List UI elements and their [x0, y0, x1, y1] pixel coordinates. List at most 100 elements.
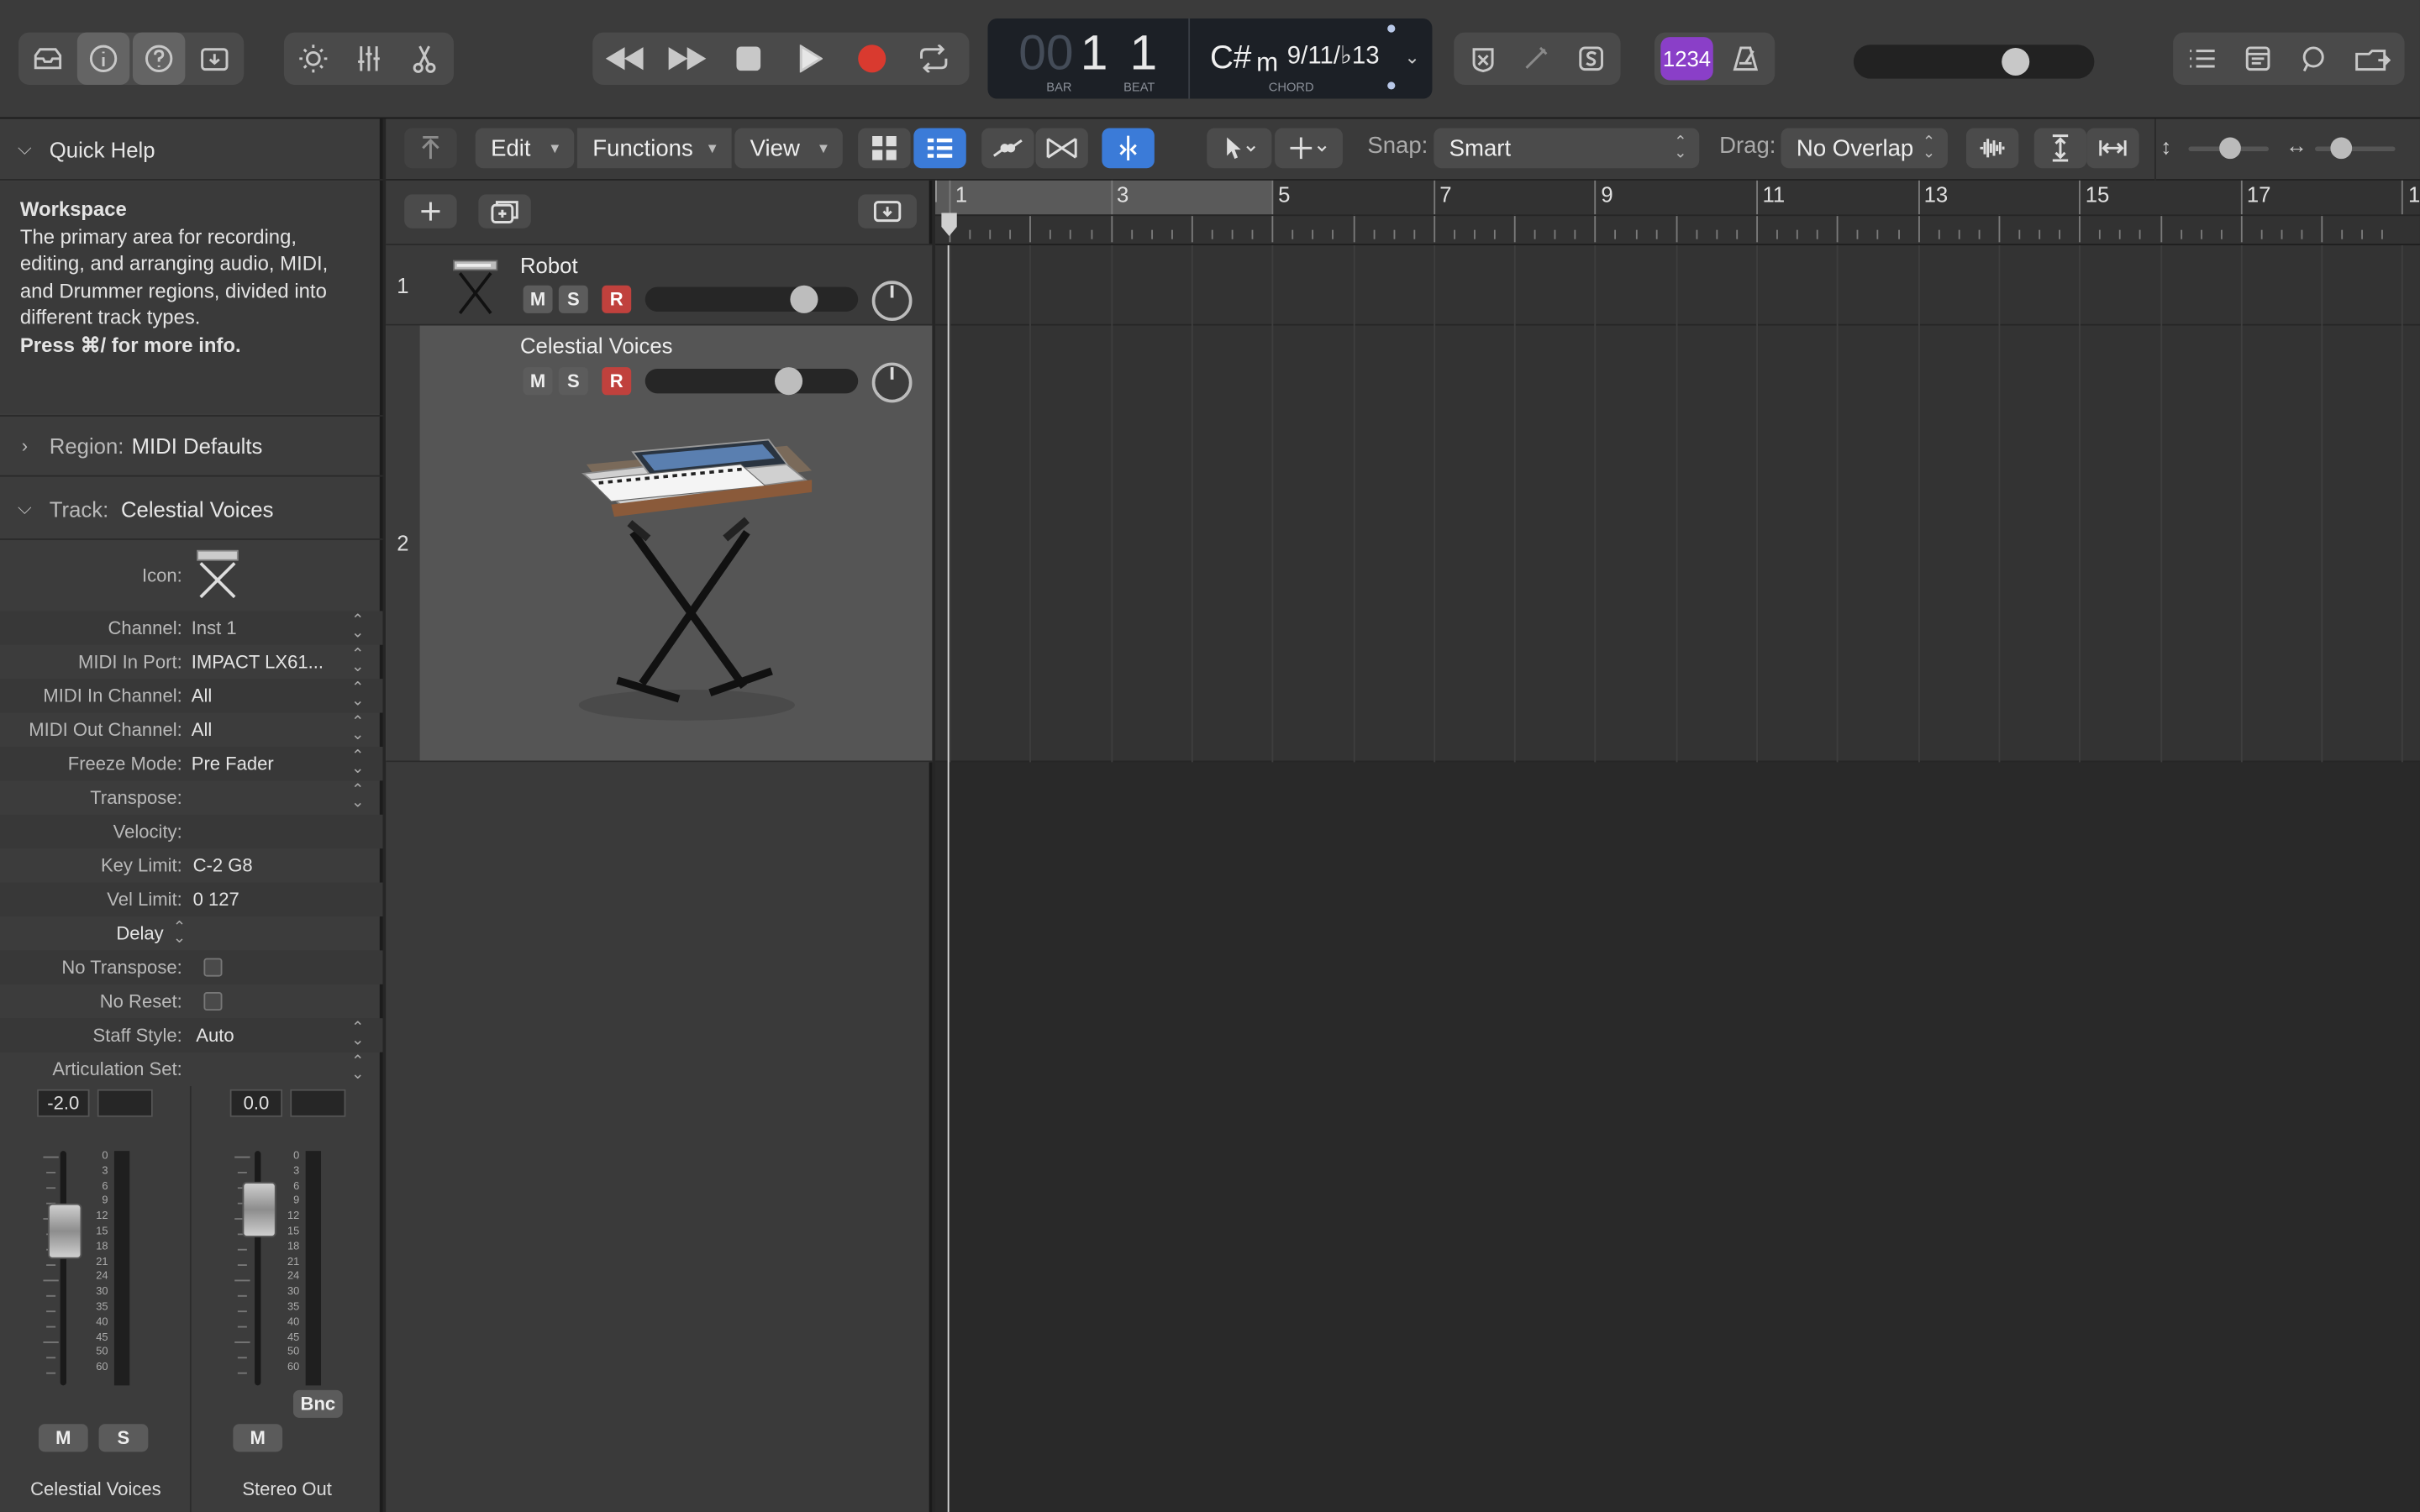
add-track-icon[interactable] — [404, 194, 457, 228]
track-name[interactable]: Celestial Voices — [520, 333, 673, 358]
track-volume-slider[interactable] — [644, 367, 859, 396]
functions-menu[interactable]: Functions ▼ — [576, 128, 732, 169]
stepper-icon[interactable]: ⌃ ⌄ — [351, 783, 364, 811]
param-delay[interactable]: Delay ⌃ ⌄ — [0, 916, 383, 950]
pan-knob[interactable] — [871, 281, 913, 322]
param-midi-out-channel[interactable]: MIDI Out Channel: All ⌃ ⌄ — [0, 713, 383, 747]
vertical-zoom-knob[interactable] — [2219, 137, 2241, 160]
quick-help-header[interactable]: ⌵ Quick Help — [0, 118, 383, 181]
playhead-line[interactable] — [947, 245, 950, 1512]
master-volume-knob[interactable] — [2002, 47, 2030, 76]
automation-icon[interactable] — [981, 128, 1034, 169]
rewind-icon[interactable] — [596, 33, 655, 85]
solo-button[interactable]: S — [558, 367, 588, 396]
track-lane-celestial-voices[interactable] — [935, 325, 2420, 763]
library-icon[interactable] — [22, 33, 74, 85]
param-no-reset[interactable]: No Reset: — [0, 984, 383, 1018]
record-enable-button[interactable]: R — [602, 367, 632, 396]
horizontal-zoom-knob[interactable] — [2330, 137, 2353, 160]
waveform-zoom-icon[interactable] — [1965, 128, 2019, 169]
param-key-limit[interactable]: Key Limit: C-2 G8 — [0, 848, 383, 882]
param-midi-in-channel[interactable]: MIDI In Channel: All ⌃ ⌄ — [0, 679, 383, 713]
stepper-icon[interactable]: ⌃ ⌄ — [351, 681, 364, 709]
track-section-header[interactable]: ⌵ Track: Celestial Voices — [0, 478, 383, 540]
mute-button[interactable]: M — [38, 1424, 88, 1452]
tuner-icon[interactable] — [1509, 33, 1561, 85]
track-header-celestial-voices[interactable]: 2 Celestial Voices M S R — [386, 325, 933, 763]
pan-knob[interactable] — [871, 362, 913, 403]
metronome-icon[interactable] — [1719, 33, 1771, 85]
grid-view-icon[interactable] — [858, 128, 911, 169]
stepper-icon[interactable]: ⌃ ⌄ — [351, 613, 364, 641]
scissors-icon[interactable] — [398, 33, 450, 85]
up-arrow-icon[interactable] — [404, 128, 457, 169]
horizontal-zoom-slider[interactable] — [2315, 137, 2396, 160]
note-pad-icon[interactable] — [2232, 33, 2284, 85]
mute-button[interactable]: M — [523, 367, 553, 396]
loop-browser-icon[interactable] — [2287, 33, 2339, 85]
stepper-icon[interactable]: ⌃ ⌄ — [351, 647, 364, 675]
volume-fader[interactable] — [47, 1203, 82, 1259]
stepper-icon[interactable]: ⌃ ⌄ — [351, 1054, 364, 1082]
count-in-button[interactable]: 1234 — [1658, 33, 1717, 85]
volume-fader[interactable] — [242, 1181, 276, 1238]
param-freeze-mode[interactable]: Freeze Mode: Pre Fader ⌃ ⌄ — [0, 746, 383, 781]
mute-button[interactable]: M — [233, 1424, 283, 1452]
playhead-handle-icon[interactable] — [940, 212, 959, 239]
mute-button[interactable]: M — [523, 285, 553, 313]
param-vel-limit[interactable]: Vel Limit: 0 127 — [0, 882, 383, 916]
lcd-display[interactable]: 00 1 BAR 1 BEAT C# m 9/11/♭13 CHORD ⌄ — [987, 18, 1433, 99]
stop-icon[interactable] — [719, 33, 778, 85]
catch-playhead-icon[interactable] — [1102, 128, 1155, 169]
region-section-header[interactable]: › Region: MIDI Defaults — [0, 415, 383, 477]
list-view-icon[interactable] — [913, 128, 966, 169]
vertical-zoom-slider[interactable] — [2188, 137, 2269, 160]
cycle-region[interactable] — [935, 180, 1272, 215]
brightness-icon[interactable] — [287, 33, 339, 85]
horizontal-zoom-icon[interactable] — [2086, 128, 2139, 169]
stepper-icon[interactable]: ⌃ ⌄ — [351, 715, 364, 743]
volume-readout[interactable]: 0.0 — [229, 1089, 283, 1117]
no-reset-checkbox[interactable] — [203, 991, 223, 1011]
list-editors-icon[interactable] — [2176, 33, 2228, 85]
param-velocity[interactable]: Velocity: — [0, 814, 383, 849]
view-menu[interactable]: View ▼ — [734, 128, 843, 169]
toolbar-icon[interactable] — [188, 33, 240, 85]
volume-readout[interactable]: -2.0 — [37, 1089, 90, 1117]
no-transpose-checkbox[interactable] — [203, 958, 223, 977]
track-name[interactable]: Robot — [520, 253, 578, 277]
solo-icon[interactable] — [1565, 33, 1617, 85]
volume-knob[interactable] — [775, 367, 803, 396]
volume-knob[interactable] — [789, 285, 818, 313]
stepper-icon[interactable]: ⌃ ⌄ — [351, 1021, 364, 1048]
quick-help-icon[interactable] — [132, 32, 186, 86]
solo-button[interactable]: S — [98, 1424, 149, 1452]
param-midi-in-port[interactable]: MIDI In Port: IMPACT LX61... ⌃ ⌄ — [0, 645, 383, 679]
play-icon[interactable] — [781, 33, 839, 85]
param-staff-style[interactable]: Staff Style: Auto ⌃ ⌄ — [0, 1018, 383, 1053]
vertical-zoom-icon[interactable] — [2033, 128, 2087, 169]
tracks-workspace[interactable] — [935, 245, 2420, 1512]
low-latency-icon[interactable] — [1457, 33, 1509, 85]
record-icon[interactable] — [843, 33, 902, 85]
param-channel[interactable]: Channel: Inst 1 ⌃ ⌄ — [0, 611, 383, 645]
drag-select[interactable]: No Overlap ⌃ ⌄ — [1781, 128, 1948, 169]
snap-select[interactable]: Smart ⌃ ⌄ — [1434, 128, 1700, 169]
master-volume-slider[interactable] — [1853, 45, 2095, 79]
track-lane-robot[interactable] — [935, 245, 2420, 326]
peak-readout[interactable] — [97, 1089, 153, 1117]
mixer-icon[interactable] — [343, 33, 395, 85]
duplicate-track-icon[interactable] — [478, 194, 531, 228]
marquee-tool-icon[interactable] — [1275, 128, 1343, 169]
fast-forward-icon[interactable] — [657, 33, 716, 85]
edit-menu[interactable]: Edit ▼ — [475, 128, 575, 169]
param-articulation-set[interactable]: Articulation Set: ⌃ ⌄ — [0, 1053, 383, 1086]
stepper-icon[interactable]: ⌃ ⌄ — [173, 921, 186, 947]
stepper-icon[interactable]: ⌃ ⌄ — [351, 749, 364, 777]
track-volume-slider[interactable] — [644, 285, 859, 313]
timeline-ruler[interactable]: 135791113151719 — [935, 180, 2420, 246]
peak-readout[interactable] — [290, 1089, 346, 1117]
track-icon-image[interactable] — [192, 543, 383, 606]
browser-icon[interactable] — [2343, 33, 2402, 85]
flex-icon[interactable] — [1035, 128, 1088, 169]
